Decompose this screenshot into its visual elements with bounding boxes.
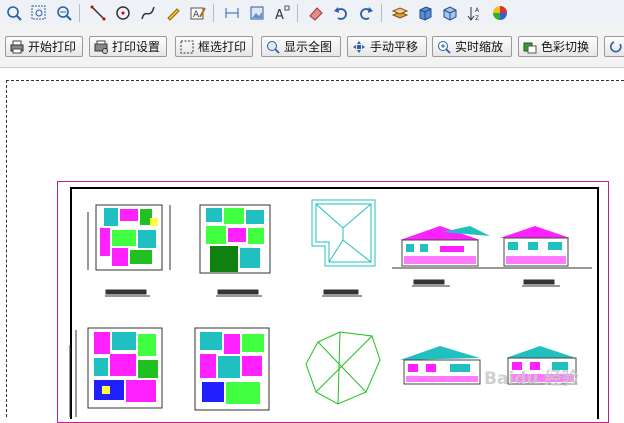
watermark: Baidu 经验 [484,369,579,389]
elevation-2 [486,226,592,269]
drawing-labels [105,279,560,297]
floor-plan-3 [87,327,163,409]
roof-plan-1 [311,199,376,267]
roof-plan-2 [305,331,381,405]
elevation-3 [400,346,481,385]
floor-plan-1 [87,204,171,271]
floor-plan-2 [199,204,271,274]
elevation-1 [392,226,490,269]
cad-drawing [69,199,592,417]
floor-plan-4 [194,327,270,411]
